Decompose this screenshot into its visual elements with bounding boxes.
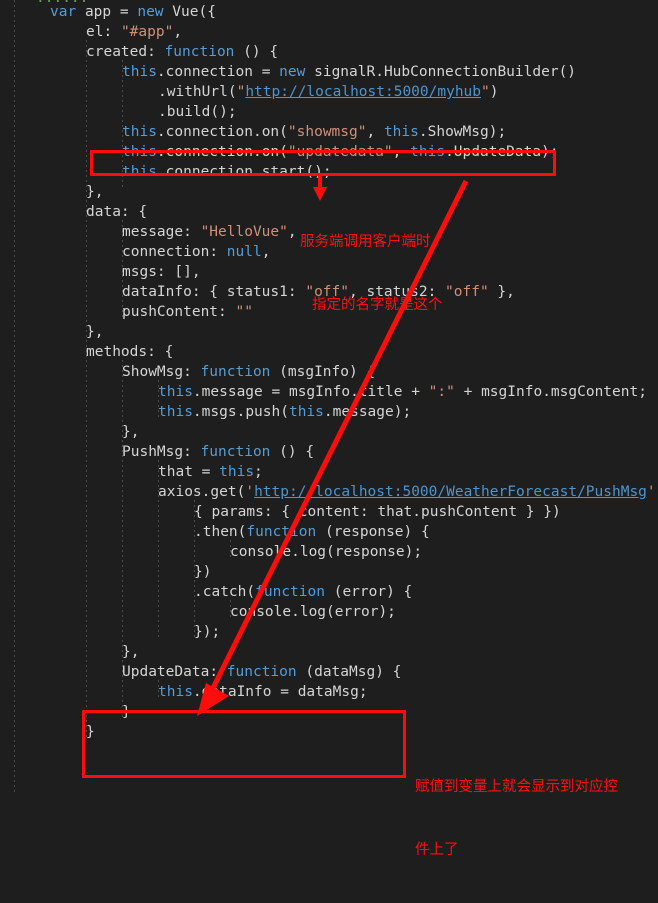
code-line[interactable]: } (122, 702, 131, 722)
code-line[interactable]: methods: { (86, 342, 173, 362)
code-line[interactable]: .withUrl("http://localhost:5000/myhub") (158, 82, 498, 102)
code-line[interactable]: { params: { content: that.pushContent } … (194, 502, 561, 522)
code-line[interactable]: console.log(response); (230, 542, 422, 562)
code-line[interactable]: }, (86, 182, 103, 202)
code-line[interactable]: created: function () { (86, 42, 278, 62)
code-line[interactable]: pushContent: "" (122, 302, 253, 322)
code-line[interactable]: .then(function (response) { (194, 522, 430, 542)
code-line[interactable]: message: "HelloVue", (122, 222, 297, 242)
code-editor-viewport[interactable]: ......var app = new Vue({el: "#app",crea… (0, 0, 658, 858)
code-line[interactable]: }, (122, 422, 139, 442)
code-line[interactable]: .catch(function (error) { (194, 582, 412, 602)
code-line[interactable]: this.msgs.push(this.message); (158, 402, 411, 422)
code-line[interactable]: axios.get('http://localhost:5000/Weather… (158, 482, 658, 502)
code-line[interactable]: } (86, 722, 95, 742)
code-line[interactable]: connection: null, (122, 242, 270, 262)
code-line[interactable]: }); (194, 622, 220, 642)
code-line[interactable]: this.connection = new signalR.HubConnect… (122, 62, 576, 82)
code-line[interactable]: el: "#app", (86, 22, 182, 42)
annotation-note-bottom-line2: 件上了 (415, 842, 459, 858)
code-line[interactable]: data: { (86, 202, 147, 222)
code-line[interactable]: this.message = msgInfo.title + ":" + msg… (158, 382, 647, 402)
code-line[interactable]: dataInfo: { status1: "off", status2: "of… (122, 282, 515, 302)
code-line[interactable]: var app = new Vue({ (50, 2, 216, 22)
code-line[interactable]: }) (194, 562, 211, 582)
code-line[interactable]: .build(); (158, 102, 237, 122)
code-line[interactable]: }, (122, 642, 139, 662)
code-line[interactable]: ShowMsg: function (msgInfo) { (122, 362, 375, 382)
code-line[interactable]: this.connection.start(); (122, 162, 332, 182)
code-line[interactable]: UpdateData: function (dataMsg) { (122, 662, 401, 682)
code-line[interactable]: console.log(error); (230, 602, 396, 622)
code-line[interactable]: this.connection.on("showmsg", this.ShowM… (122, 122, 506, 142)
code-line[interactable]: PushMsg: function () { (122, 442, 314, 462)
code-line[interactable]: that = this; (158, 462, 263, 482)
code-line[interactable]: }, (86, 322, 103, 342)
code-line[interactable]: msgs: [], (122, 262, 201, 282)
code-line[interactable]: this.dataInfo = dataMsg; (158, 682, 368, 702)
code-text-layer[interactable]: ......var app = new Vue({el: "#app",crea… (0, 0, 658, 792)
code-line[interactable]: this.connection.on("updatedata", this.Up… (122, 142, 559, 162)
